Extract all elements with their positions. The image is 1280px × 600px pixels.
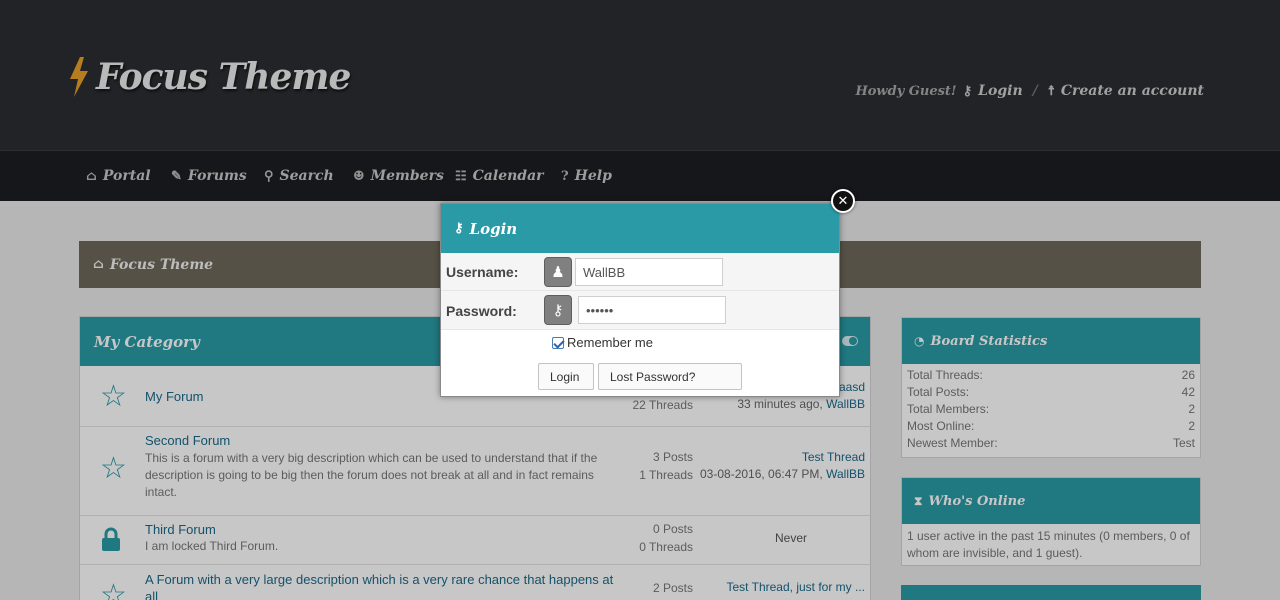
remember-me-label: Remember me	[567, 335, 653, 350]
login-button[interactable]: Login	[538, 363, 594, 390]
username-field[interactable]	[575, 258, 723, 286]
close-icon: ✕	[837, 193, 849, 209]
user-icon: ♟	[544, 257, 572, 287]
remember-me[interactable]: Remember me	[552, 335, 653, 350]
lost-password-button[interactable]: Lost Password?	[598, 363, 742, 390]
key-icon: ⚷	[454, 221, 464, 236]
password-field[interactable]	[578, 296, 726, 324]
password-label: Password:	[446, 303, 517, 319]
password-row: Password: ⚷	[441, 291, 839, 330]
close-modal-button[interactable]: ✕	[831, 189, 855, 213]
login-modal-title: Login	[469, 219, 518, 238]
login-modal-header: ⚷ Login	[441, 204, 839, 253]
remember-me-checkbox[interactable]	[552, 336, 564, 349]
key-icon: ⚷	[544, 295, 572, 325]
username-row: Username: ♟	[441, 253, 839, 291]
username-label: Username:	[446, 264, 519, 280]
login-modal: ⚷ Login Username: ♟ Password: ⚷ Remember…	[440, 203, 840, 397]
